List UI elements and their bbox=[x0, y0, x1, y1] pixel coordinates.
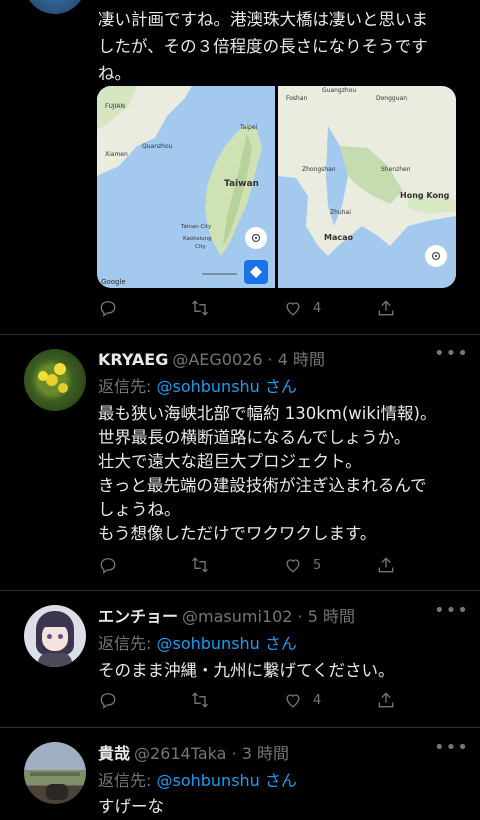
like-button[interactable]: 5 bbox=[283, 555, 321, 575]
retweet-button[interactable] bbox=[190, 690, 210, 710]
svg-text:Shenzhen: Shenzhen bbox=[381, 166, 411, 173]
share-button[interactable] bbox=[376, 555, 396, 575]
avatar[interactable] bbox=[24, 742, 86, 804]
share-button[interactable] bbox=[376, 298, 396, 318]
reply-button[interactable] bbox=[98, 555, 118, 575]
reply-handle-link[interactable]: @sohbunshu bbox=[156, 634, 259, 653]
tweet-text: すげーな bbox=[98, 797, 164, 816]
svg-text:Taipei: Taipei bbox=[239, 124, 258, 131]
svg-text:Foshan: Foshan bbox=[286, 95, 308, 102]
svg-text:Tainan City: Tainan City bbox=[180, 224, 212, 230]
like-button[interactable]: 4 bbox=[283, 298, 321, 318]
tweet-text: そのまま沖縄・九州に繋げてください。 bbox=[98, 661, 395, 680]
avatar[interactable] bbox=[24, 349, 86, 411]
svg-text:City: City bbox=[195, 244, 207, 250]
display-name[interactable]: KRYAEG bbox=[98, 350, 168, 369]
replying-to: 返信先: @sohbunshu さん bbox=[98, 634, 297, 653]
share-icon bbox=[378, 557, 394, 573]
reply-button[interactable] bbox=[98, 298, 118, 318]
share-icon bbox=[378, 300, 394, 316]
tweet-text: 凄い計画ですね。港澳珠大橋は凄いと思いま したが、その３倍程度の長さになりそうで… bbox=[98, 10, 428, 83]
display-name[interactable]: 貴哉 bbox=[98, 744, 130, 763]
map-hongkong-image[interactable]: Hong Kong Macao Shenzhen Dongguan Zhongs… bbox=[278, 86, 456, 288]
handle-time: @masumi102 · 5 時間 bbox=[182, 607, 355, 626]
heart-icon bbox=[286, 302, 300, 316]
svg-text:Kaohsiung: Kaohsiung bbox=[183, 236, 212, 242]
svg-text:Macao: Macao bbox=[324, 233, 354, 242]
like-button[interactable]: 4 bbox=[283, 690, 321, 710]
tweet-header: KRYAEG @AEG0026 · 4 時間 bbox=[98, 346, 325, 370]
svg-text:FUJIAN: FUJIAN bbox=[105, 103, 125, 110]
svg-text:Zhongshan: Zhongshan bbox=[302, 166, 336, 173]
svg-text:Quanzhou: Quanzhou bbox=[142, 143, 173, 150]
share-icon bbox=[378, 692, 394, 708]
retweet-icon bbox=[192, 557, 208, 573]
svg-text:Hong Kong: Hong Kong bbox=[400, 191, 450, 200]
reply-handle-link[interactable]: @sohbunshu bbox=[156, 377, 259, 396]
reply-icon bbox=[100, 693, 116, 709]
handle-time: @AEG0026 · 4 時間 bbox=[172, 350, 326, 369]
more-options-icon[interactable]: ••• bbox=[434, 600, 469, 621]
like-count: 5 bbox=[313, 557, 322, 573]
tweet-header: 貴哉 @2614Taka · 3 時間 bbox=[98, 740, 289, 764]
tweet-divider bbox=[0, 727, 480, 728]
map-images[interactable]: Taiwan Taipei Quanzhou Xiamen FUJIAN Tai… bbox=[97, 86, 456, 288]
avatar[interactable] bbox=[24, 605, 86, 667]
like-count: 4 bbox=[313, 692, 322, 708]
reply-icon bbox=[100, 301, 116, 317]
replying-to: 返信先: @sohbunshu さん bbox=[98, 771, 297, 790]
svg-text:Zhuhai: Zhuhai bbox=[330, 209, 351, 216]
share-button[interactable] bbox=[376, 690, 396, 710]
more-options-icon[interactable]: ••• bbox=[434, 737, 469, 758]
handle-time: @2614Taka · 3 時間 bbox=[134, 744, 289, 763]
tweet-actions: 4 bbox=[98, 298, 408, 322]
tweet-header: エンチョー @masumi102 · 5 時間 bbox=[98, 603, 355, 627]
svg-text:Guangzhou: Guangzhou bbox=[322, 87, 356, 94]
tweet-divider bbox=[0, 590, 480, 591]
avatar-partial[interactable] bbox=[24, 0, 86, 14]
retweet-button[interactable] bbox=[190, 298, 210, 318]
display-name[interactable]: エンチョー bbox=[98, 607, 178, 626]
tweet-divider bbox=[0, 334, 480, 335]
svg-text:Xiamen: Xiamen bbox=[105, 151, 128, 158]
tweet-actions: 5 bbox=[98, 555, 408, 579]
heart-icon bbox=[286, 559, 300, 573]
map-label-taiwan: Taiwan bbox=[224, 179, 259, 189]
replying-to: 返信先: @sohbunshu さん bbox=[98, 377, 297, 396]
svg-text:Google: Google bbox=[101, 278, 126, 286]
more-options-icon[interactable]: ••• bbox=[434, 343, 469, 364]
reply-button[interactable] bbox=[98, 690, 118, 710]
tweet-text: 最も狭い海峡北部で幅約 130km(wiki情報)。 世界最長の横断道路になるん… bbox=[98, 404, 437, 543]
reply-icon bbox=[100, 558, 116, 574]
retweet-icon bbox=[192, 692, 208, 708]
svg-text:Dongguan: Dongguan bbox=[376, 95, 407, 102]
map-taiwan-image[interactable]: Taiwan Taipei Quanzhou Xiamen FUJIAN Tai… bbox=[97, 86, 275, 288]
reply-handle-link[interactable]: @sohbunshu bbox=[156, 771, 259, 790]
heart-icon bbox=[286, 694, 300, 708]
like-count: 4 bbox=[313, 300, 322, 316]
retweet-button[interactable] bbox=[190, 555, 210, 575]
retweet-icon bbox=[192, 300, 208, 316]
tweet-actions: 4 bbox=[98, 690, 408, 714]
